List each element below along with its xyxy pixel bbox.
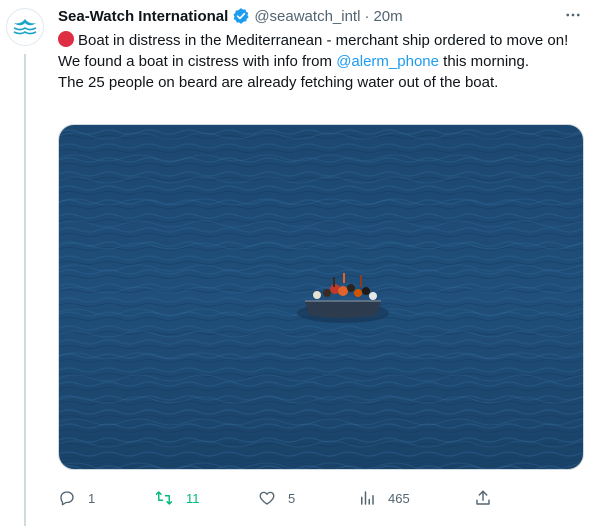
reply-icon [60,491,74,506]
header-separator: · [364,7,370,25]
thread-line [24,54,26,526]
tweet-text-line-2-before: We found a boat in cistress with info fr… [58,53,337,70]
red-circle-icon [58,31,74,47]
retweet-count: 11 [186,490,200,506]
author-name[interactable]: Sea-Watch International [58,8,228,25]
mention-link[interactable]: @alerm_phone [336,53,439,70]
reply-count: 1 [88,490,96,506]
views-chart-icon [361,491,374,505]
views-button[interactable]: 465 [358,489,410,507]
avatar[interactable] [6,8,44,46]
tweet-text-line-1: Boat in distress in the Mediterranean - … [58,30,578,51]
sea-photo [59,125,583,469]
retweet-icon [155,491,173,505]
like-count: 5 [288,490,296,506]
tweet-media-photo[interactable] [58,124,584,470]
heart-icon [259,491,275,505]
tweet[interactable]: Sea-Watch International @seawatch_intl ·… [0,0,600,526]
views-count: 465 [388,490,410,506]
tweet-text-line-2-after: this morning. [438,53,530,70]
share-button[interactable] [474,489,492,507]
author-handle[interactable]: @seawatch_intl [254,8,360,25]
like-button[interactable]: 5 [258,489,295,507]
more-icon[interactable] [564,6,582,29]
tweet-content: Sea-Watch International @seawatch_intl ·… [58,4,588,506]
tweet-text-line-1-content: Boat in distress in the Mediterranean - … [78,32,569,49]
tweet-text: Boat in distress in the Mediterranean - … [58,30,578,93]
action-bar: 1 11 5 465 [58,484,588,512]
timestamp[interactable]: 20m [373,8,402,25]
verified-badge-icon [232,7,250,25]
sea-watch-logo-icon [13,19,37,35]
retweet-button[interactable]: 11 [154,489,200,507]
reply-button[interactable]: 1 [58,489,95,507]
avatar-column [6,8,44,526]
share-icon [476,490,490,505]
tweet-text-line-2: We found a boat in cistress with info fr… [58,51,578,72]
tweet-header: Sea-Watch International @seawatch_intl ·… [58,4,588,28]
tweet-text-line-3: The 25 people on beard are already fetch… [58,74,499,91]
